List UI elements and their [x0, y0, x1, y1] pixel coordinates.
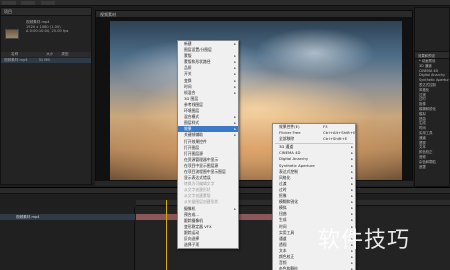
project-tab-row: 项目 — [1, 8, 91, 16]
context-menu-item-label: 参考线图层 — [184, 101, 203, 107]
submenu-arrow-icon: ▸ — [351, 267, 353, 270]
context-menu-item-label: 打开图层源 — [184, 150, 203, 156]
project-tab[interactable]: 项目 — [4, 9, 12, 15]
context-menu-item-label: 效果 — [184, 126, 192, 132]
effects-panel-title[interactable]: 效果和预设 — [418, 53, 435, 58]
project-file-info-2: Δ 0:00:10:00, 25.00 fps — [26, 29, 69, 33]
info-panel — [415, 8, 449, 52]
context-menu-item-label: 跟踪运动 — [184, 229, 200, 235]
context-menu-item-label: 环境图层 — [184, 108, 200, 114]
menu-button[interactable] — [2, 1, 16, 5]
layer-row[interactable]: 视频素材.mp4 — [0, 214, 135, 220]
context-menu-item-label: 从文字创建形状 — [184, 187, 211, 193]
effects-submenu-item[interactable]: 杂色和颗粒 ▸ — [273, 266, 355, 270]
effects-submenu-item-label: Flicker Free — [279, 130, 301, 136]
effects-submenu-item-label: 模糊和锐化 — [279, 199, 298, 205]
context-menu-item-label: 跟踪摄像机 — [184, 217, 203, 223]
layer-name: 视频素材.mp4 — [16, 215, 40, 219]
context-menu-item-label: 蒙版和形状路径 — [184, 59, 211, 65]
effects-submenu-item-label: 生成 — [279, 217, 287, 223]
effects-submenu-item-label: 颜色校正 — [279, 253, 295, 259]
project-item-size: 31 MB — [38, 58, 50, 62]
effects-submenu-item-label: 表达式控制 — [279, 168, 298, 174]
context-menu-item-label: 从矢量图层创建形状 — [184, 199, 219, 205]
context-menu-item-label: 显示表达式错误 — [184, 175, 211, 181]
viewer-controls — [95, 180, 413, 186]
effects-submenu-item-label: 实用工具 — [279, 229, 295, 235]
project-item-name: 视频素材.mp4 — [4, 58, 28, 62]
effects-submenu-item-label: 音频 — [279, 260, 287, 266]
menu-button[interactable] — [40, 1, 55, 5]
watermark-text: 软件技巧 — [318, 228, 411, 253]
effects-submenu-item-label: 过渡 — [279, 180, 287, 186]
effects-panel-item[interactable]: 遮罩 — [415, 165, 449, 170]
effects-submenu-item-label: 扭曲 — [279, 211, 287, 217]
effects-submenu-item-label: CINEMA 4D — [279, 150, 301, 156]
context-menu-item-label: 预合成... — [184, 211, 200, 217]
top-menubar — [0, 0, 450, 6]
context-menu-item-label: 转换为可编辑文字 — [184, 181, 215, 187]
effects-submenu-item-label: 透视 — [279, 241, 287, 247]
context-menu-item-label: 反向选择 — [184, 236, 200, 241]
effects-submenu-item-label: 通道 — [279, 235, 287, 241]
context-menu-item-label: 开关 — [184, 71, 192, 77]
context-menu-item-label: 选择子项 — [184, 242, 200, 248]
context-menu-item-label: 关键帧辅助 — [184, 132, 203, 138]
viewer-tab[interactable]: 视频素材 — [100, 12, 116, 18]
effects-submenu-item-label: 3D 通道 — [279, 144, 294, 150]
context-menu-item-label: 在项目流程图中显示图层 — [184, 168, 226, 174]
context-menu-item-label: 帧混合 — [184, 89, 196, 95]
effects-submenu-item-label: 过时 — [279, 186, 287, 192]
effects-submenu-item-label: 文本 — [279, 247, 287, 253]
context-menu-item-label: 变形稳定器 VFX — [184, 223, 212, 229]
project-panel: 项目 视频素材.mp4 1920 x 1080 (1.00) Δ 0:00:10… — [0, 7, 92, 185]
effects-submenu-item-label: 风格化 — [279, 174, 291, 180]
context-menu-item-label: 蒙版 — [184, 53, 192, 59]
col-size[interactable]: 大小 — [46, 52, 53, 57]
effects-submenu-item-label: Digital Anarchy — [279, 156, 309, 162]
effects-submenu-item-label: 抠像 — [279, 193, 287, 199]
context-menu-item-label: 新建 — [184, 41, 192, 46]
menu-button[interactable] — [21, 1, 36, 5]
shortcut-label: Ctrl+Shift+E — [323, 136, 348, 142]
effects-submenu-item-label: 时间 — [279, 223, 287, 229]
right-panel: 效果和预设 * 动画预设 3D 通道 CINEMA 4D Digital Anarch… — [414, 7, 450, 187]
effects-submenu-item[interactable]: 全部移除 Ctrl+Shift+E — [273, 136, 355, 142]
project-item[interactable]: 视频素材.mp4 31 MB — [1, 58, 91, 63]
context-menu-item-label: 品质 — [184, 65, 192, 71]
project-thumbnail — [5, 29, 19, 39]
effects-panel-tab-row: 效果和预设 — [415, 52, 449, 59]
sky-clouds-image — [110, 21, 402, 181]
context-menu-item-label: 3D 图层 — [184, 95, 199, 101]
context-menu-item-label: 打开效果控件 — [184, 138, 207, 144]
project-columns: 名称 大小 类型 — [1, 52, 91, 57]
context-menu-item-label: 在项目中显示图层源 — [184, 162, 219, 168]
context-menu-item-label: 从文字创建蒙版 — [184, 193, 211, 199]
effects-submenu-item-label: 模拟 — [279, 205, 287, 211]
context-menu-item-label: 混合模式 — [184, 114, 200, 120]
context-menu-item-label: 图层设置/分图层 — [184, 47, 212, 53]
col-name[interactable]: 名称 — [11, 52, 18, 57]
context-menu-item-label: 变换 — [184, 77, 192, 83]
effects-submenu-item-label: 全部移除 — [279, 136, 295, 142]
effects-submenu-item-label: Synthetic Aperture — [279, 162, 315, 168]
context-menu-item-label: 摄像机 — [184, 205, 196, 211]
col-type[interactable]: 类型 — [61, 52, 68, 57]
context-menu-item-label: 时间 — [184, 83, 192, 89]
context-menu-item-label: 打开图层 — [184, 144, 200, 150]
layer-context-menu: 新建 ▸ 图层设置/分图层 蒙版 ▸ 蒙版和形状路径 ▸ 品质 ▸ 开关 ▸ 变换 ▸ 时间 ▸ 帧混合 ▸ 3D… — [177, 40, 239, 250]
effects-submenu-item-label: 效果控件(E) — [279, 124, 300, 129]
context-menu-item-label: 图层样式 — [184, 120, 200, 126]
playhead[interactable] — [166, 200, 167, 270]
context-menu-item-label: 在资源管理器中显示 — [184, 156, 219, 162]
effects-submenu-item-label: 杂色和颗粒 — [279, 266, 298, 270]
context-menu-item[interactable]: 选择子项 — [178, 242, 238, 248]
composition-viewer[interactable]: 视频素材 — [95, 10, 413, 186]
effects-panel-list: * 动画预设 3D 通道 CINEMA 4D Digital Anarchy Synth… — [415, 59, 449, 169]
